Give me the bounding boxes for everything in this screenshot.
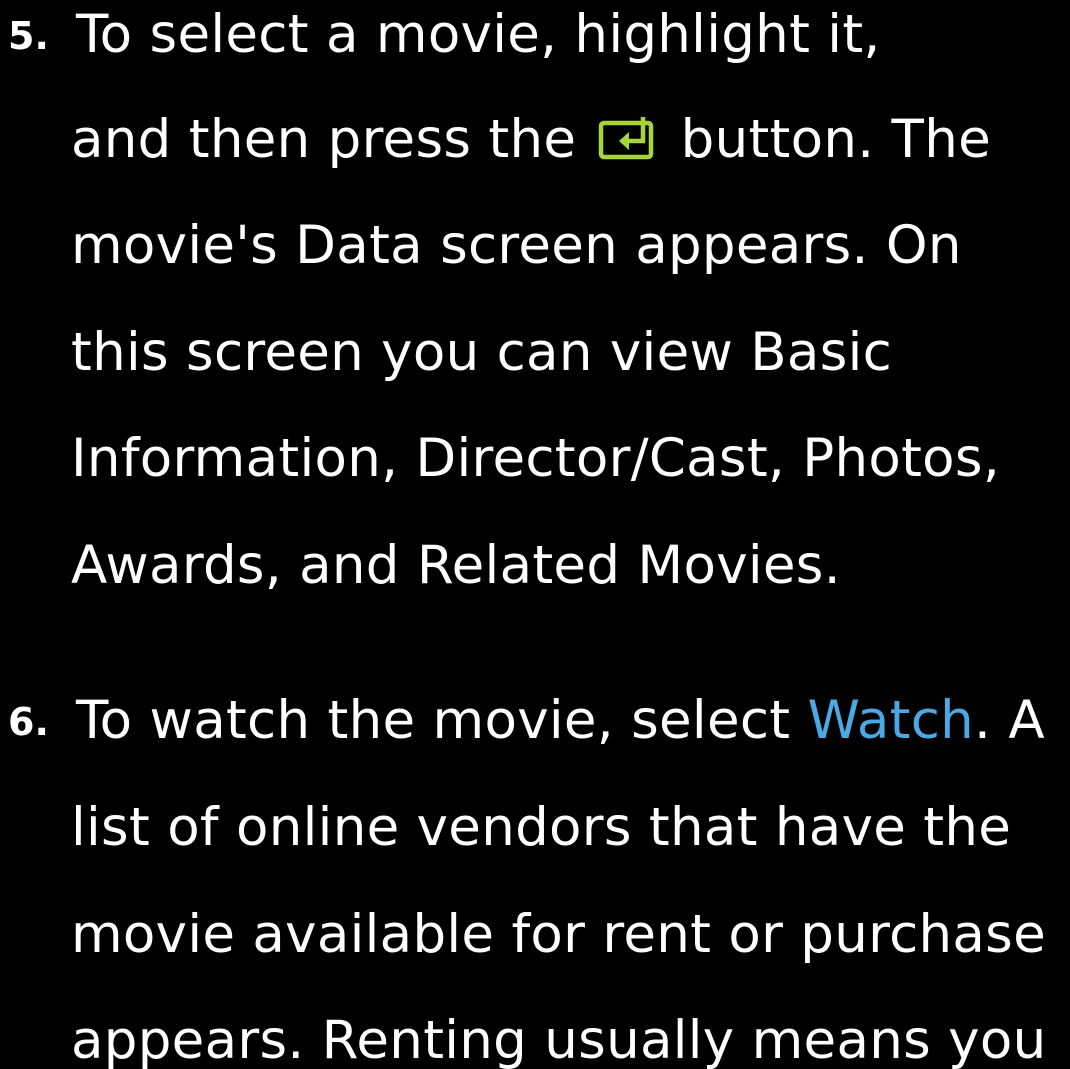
step-text-line: movie available for rent or purchase [71, 904, 1046, 965]
enter-button-icon [597, 113, 659, 163]
step-number: 5. [8, 14, 49, 58]
step-number: 6. [8, 700, 49, 744]
watch-keyword: Watch [807, 690, 975, 751]
step-text-line: To watch the movie, select Watch. A [76, 686, 1045, 756]
step-text-segment: To watch the movie, select [76, 690, 791, 751]
step-text-segment: and then press the [71, 109, 577, 170]
step-text-line: Information, Director/Cast, Photos, [71, 428, 1000, 489]
step-text-line: this screen you can view Basic [71, 322, 893, 383]
step-text-line: list of online vendors that have the [71, 797, 1012, 858]
step-text-line: To select a movie, highlight it, [76, 4, 881, 65]
step-text-line: and then press the button. The [71, 105, 991, 175]
step-text-line: Awards, and Related Movies. [71, 535, 841, 596]
step-text-line: movie's Data screen appears. On [71, 215, 962, 276]
manual-page: 5. To select a movie, highlight it, and … [0, 0, 1070, 1069]
step-text-line: appears. Renting usually means you [71, 1010, 1047, 1069]
step-text-segment: button. The [680, 109, 992, 170]
step-text-segment: . A [974, 690, 1045, 751]
